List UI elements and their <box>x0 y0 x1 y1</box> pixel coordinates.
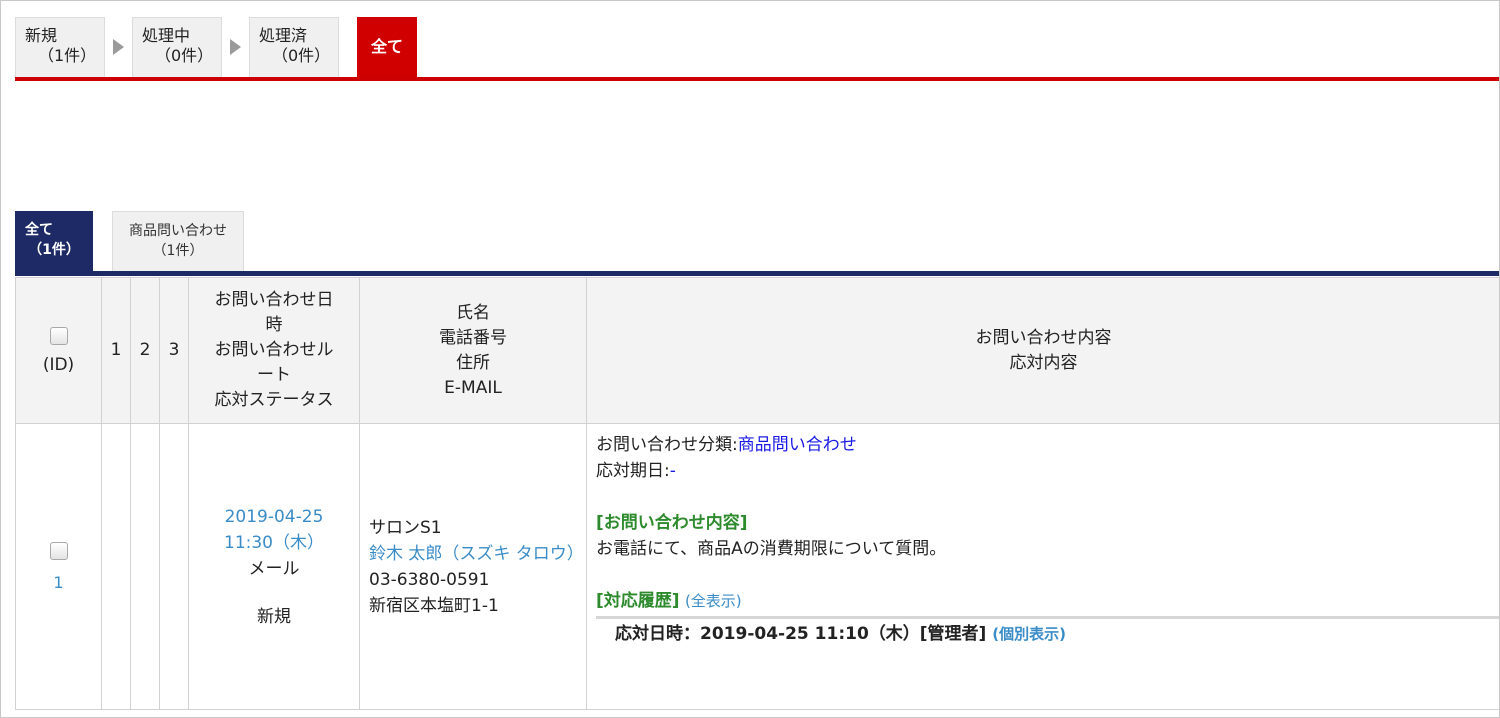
row-category: お問い合わせ分類:商品問い合わせ <box>596 432 1499 458</box>
history-show-all-link[interactable]: (全表示) <box>685 592 742 610</box>
header-date-line: 時 <box>265 315 283 335</box>
category-tabs-underline <box>15 271 1499 276</box>
history-detail-link[interactable]: (個別表示) <box>992 625 1066 643</box>
row-deadline-value: - <box>669 461 676 481</box>
row-time: 11:30（木） <box>224 532 324 553</box>
header-person-line: 氏名 <box>456 302 490 323</box>
status-tabs: 新規 （1件） 処理中 （0件） 処理済 （0件） 全て <box>15 17 1499 79</box>
row-phone: 03-6380-0591 <box>369 569 490 590</box>
header-date: お問い合わせ日 時 お問い合わせル ート 応対ステータス <box>188 277 360 424</box>
header-col-3: 3 <box>159 277 189 424</box>
inquiry-table: (ID) 1 2 3 お問い合わせ日 時 お問い合わせル ート 応対ステータス … <box>15 277 1499 710</box>
inquiry-text: お電話にて、商品Aの消費期限について質問。 <box>596 539 947 559</box>
row-col-3 <box>159 423 189 710</box>
row-date-cell: 2019-04-25 11:30（木） メール 新規 <box>188 423 360 710</box>
status-tab-all[interactable]: 全て <box>357 17 417 77</box>
header-select: (ID) <box>15 277 102 424</box>
table-header-row: (ID) 1 2 3 お問い合わせ日 時 お問い合わせル ート 応対ステータス … <box>15 277 1499 424</box>
row-deadline: 応対期日:- <box>596 458 1499 484</box>
header-date-line: お問い合わせ日 <box>214 290 334 310</box>
header-id-label: (ID) <box>42 354 75 375</box>
status-tab-done-count: （0件） <box>272 46 331 65</box>
row-route: メール <box>248 558 300 579</box>
category-tab-product-count: （1件） <box>152 243 204 259</box>
category-tab-all[interactable]: 全て （1件） <box>15 211 93 271</box>
status-tab-done[interactable]: 処理済 （0件） <box>249 17 339 77</box>
arrow-right-icon <box>113 39 124 55</box>
row-company: サロンS1 <box>369 517 442 538</box>
header-col-1: 1 <box>101 277 131 424</box>
header-content-line: お問い合わせ内容 <box>975 327 1112 348</box>
header-person-line: 電話番号 <box>439 327 507 348</box>
row-checkbox[interactable] <box>49 542 68 560</box>
row-date-link[interactable]: 2019-04-25 11:30（木） <box>189 504 359 556</box>
row-date: 2019-04-25 <box>224 506 324 527</box>
status-tab-done-label: 処理済 <box>259 26 308 45</box>
inquiry-heading: [お問い合わせ内容] <box>596 513 748 533</box>
row-address: 新宿区本塩町1-1 <box>369 595 499 616</box>
category-tab-product-label: 商品問い合わせ <box>129 223 227 239</box>
history-header: [対応履歴] (全表示) <box>596 588 1499 614</box>
select-all-checkbox[interactable] <box>49 326 68 345</box>
status-tab-new-label: 新規 <box>25 26 58 45</box>
header-person-line: E-MAIL <box>444 377 502 398</box>
header-content-line: 応対内容 <box>1009 352 1078 373</box>
row-category-label: お問い合わせ分類: <box>596 435 738 455</box>
header-date-line: ート <box>257 365 291 385</box>
category-tab-product[interactable]: 商品問い合わせ （1件） <box>112 211 244 271</box>
row-content-cell: お問い合わせ分類:商品問い合わせ 応対期日:- [お問い合わせ内容] お電話にて… <box>586 423 1499 710</box>
status-tab-processing[interactable]: 処理中 （0件） <box>132 17 222 77</box>
row-select-cell: 1 <box>15 423 102 710</box>
history-divider <box>596 616 1499 619</box>
header-date-line: 応対ステータス <box>214 390 334 410</box>
header-person: 氏名 電話番号 住所 E-MAIL <box>359 277 587 424</box>
table-row: 1 2019-04-25 11:30（木） メール 新規 サロンS1 鈴木 太郎… <box>15 423 1499 710</box>
arrow-right-icon <box>230 39 241 55</box>
row-deadline-label: 応対期日: <box>596 461 670 481</box>
category-tab-all-count: （1件） <box>28 242 80 258</box>
history-entry-text: 応対日時：2019-04-25 11:10（木）[管理者] <box>615 624 987 644</box>
status-tab-processing-label: 処理中 <box>142 26 191 45</box>
row-status: 新規 <box>257 606 291 627</box>
category-tab-all-label: 全て <box>25 222 53 238</box>
inquiry-list-panel: 新規 （1件） 処理中 （0件） 処理済 （0件） 全て 全て （1件） 商品問… <box>0 0 1500 718</box>
row-col-1 <box>101 423 131 710</box>
history-heading: [対応履歴] <box>596 591 680 611</box>
status-tab-new[interactable]: 新規 （1件） <box>15 17 105 77</box>
history-entry: 応対日時：2019-04-25 11:10（木）[管理者] (個別表示) <box>596 621 1499 647</box>
status-tab-new-count: （1件） <box>38 46 97 65</box>
status-tabs-underline <box>15 77 1499 81</box>
header-content: お問い合わせ内容 応対内容 <box>586 277 1499 424</box>
row-id-link[interactable]: 1 <box>16 573 101 592</box>
header-col-2: 2 <box>130 277 160 424</box>
row-name-link[interactable]: 鈴木 太郎（スズキ タロウ） <box>369 541 586 567</box>
row-col-2 <box>130 423 160 710</box>
row-person-cell: サロンS1 鈴木 太郎（スズキ タロウ） 03-6380-0591 新宿区本塩町… <box>359 423 587 710</box>
status-tab-processing-count: （0件） <box>155 46 214 65</box>
header-date-line: お問い合わせル <box>214 340 334 360</box>
row-category-link[interactable]: 商品問い合わせ <box>738 435 857 455</box>
header-person-line: 住所 <box>456 352 490 373</box>
